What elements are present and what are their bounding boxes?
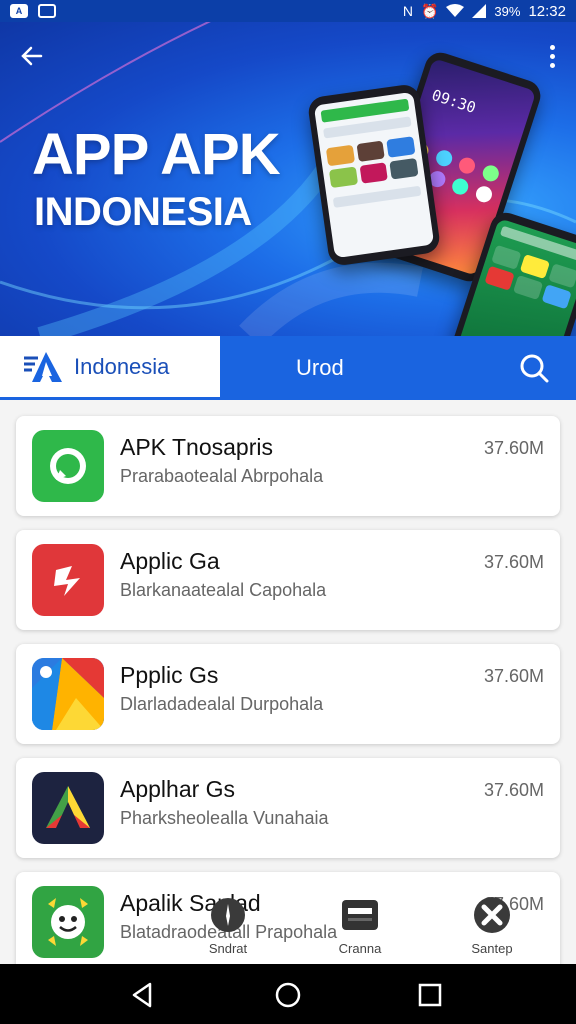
nav-item-sndrat[interactable]: Sndrat	[188, 890, 268, 956]
app-description: Blarkanaatealal Capohala	[120, 580, 327, 600]
app-size: 37.60M	[483, 780, 544, 800]
nav-item-santep[interactable]: Santep	[452, 890, 532, 956]
whatsapp-style-icon	[32, 430, 104, 502]
tab-bar: Indonesia Urod	[0, 336, 576, 400]
phone-mockup-store	[306, 83, 442, 267]
tab-indonesia[interactable]: Indonesia	[0, 336, 220, 400]
hero-subtitle: INDONESIA	[34, 190, 252, 234]
tools-icon	[474, 897, 510, 933]
nav-item-cranna[interactable]: Cranna	[320, 890, 400, 956]
clock: 12:32	[528, 2, 566, 20]
bottom-navigation: Sndrat Cranna Santep	[0, 890, 576, 964]
search-icon	[520, 354, 549, 383]
app-size: 37.60M	[483, 666, 544, 686]
colorful-tile-icon	[32, 658, 104, 730]
tab-urod[interactable]: Urod	[296, 336, 344, 400]
more-dot-icon	[549, 62, 555, 68]
battery-level: 39%	[494, 3, 521, 19]
arrow-left-icon	[21, 46, 43, 66]
tab-indonesia-label: Indonesia	[74, 353, 170, 379]
nav-recents-icon[interactable]	[415, 980, 445, 1010]
app-card[interactable]: APK Tnosapris Prarabaotealal Abrpohala 3…	[16, 416, 560, 516]
hero-title: APP APK	[32, 122, 281, 187]
message-icon	[38, 4, 56, 18]
nav-back-icon[interactable]	[128, 980, 158, 1010]
nav-home-icon[interactable]	[273, 980, 303, 1010]
alarm-icon: ⏰	[420, 3, 439, 19]
search-button[interactable]	[516, 350, 552, 386]
wifi-icon	[446, 4, 465, 17]
play-triangle-icon	[32, 772, 104, 844]
more-dot-icon	[549, 53, 555, 59]
app-card[interactable]: Ppplic Gs Dlarladadealal Durpohala 37.60…	[16, 644, 560, 744]
app-description: Pharksheolealla Vunahaia	[120, 808, 329, 828]
status-bar: A N ⏰ 39% 12:32	[0, 0, 576, 22]
nav-label: Santep	[471, 941, 513, 956]
app-name: APK Tnosapris	[120, 434, 273, 460]
red-app-icon	[32, 544, 104, 616]
app-notification-icon: A	[10, 4, 28, 18]
nav-label: Sndrat	[208, 941, 248, 956]
info-icon	[211, 898, 245, 932]
app-name: Applhar Gs	[120, 776, 236, 802]
nav-label: Cranna	[338, 941, 382, 956]
app-size: 37.60M	[483, 438, 544, 458]
app-size: 37.60M	[483, 552, 544, 572]
app-logo-icon	[24, 351, 62, 382]
signal-icon	[472, 4, 487, 18]
app-name: Ppplic Gs	[120, 662, 219, 688]
app-card[interactable]: Applic Ga Blarkanaatealal Capohala 37.60…	[16, 530, 560, 630]
nfc-icon: N	[402, 3, 413, 19]
app-description: Prarabaotealal Abrpohala	[120, 466, 324, 486]
system-navigation-bar	[0, 964, 576, 1024]
card-icon	[342, 900, 378, 930]
app-screen: A N ⏰ 39% 12:32 APP APK INDONESIA 09:30 …	[0, 0, 576, 1024]
more-dot-icon	[549, 44, 555, 50]
hero-banner: APP APK INDONESIA 09:30	[0, 22, 576, 336]
app-card[interactable]: Applhar Gs Pharksheolealla Vunahaia 37.6…	[16, 758, 560, 858]
app-name: Applic Ga	[120, 548, 220, 574]
more-options-button[interactable]	[540, 38, 564, 74]
back-button[interactable]	[14, 38, 50, 74]
app-description: Dlarladadealal Durpohala	[120, 694, 324, 714]
